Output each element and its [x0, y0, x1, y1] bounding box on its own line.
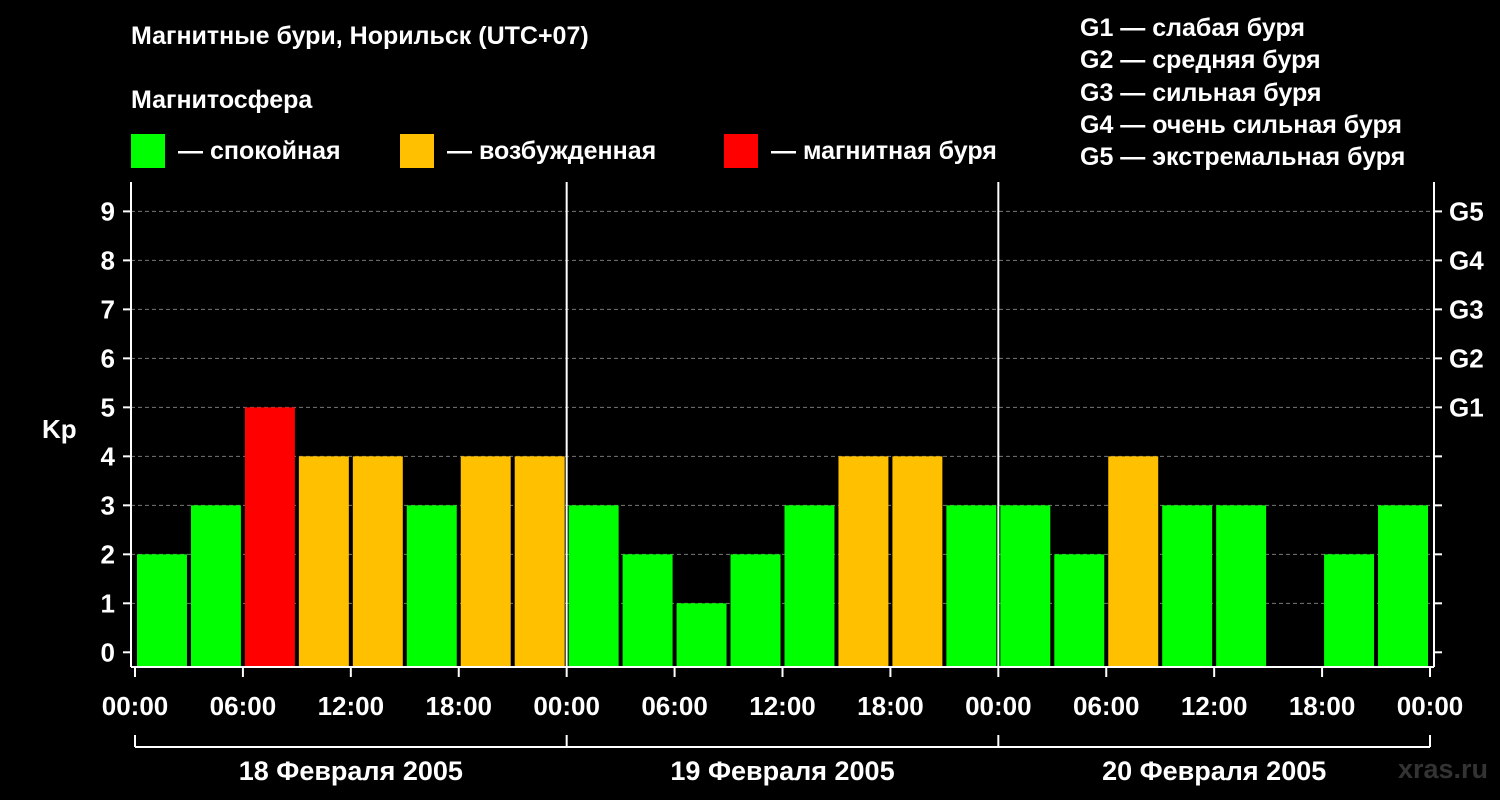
kp-bar [298, 456, 349, 667]
kp-bar [892, 456, 943, 667]
kp-bar [730, 554, 781, 667]
g-level-tick-label: G5 [1449, 196, 1484, 226]
x-tick-label: 00:00 [102, 691, 169, 721]
kp-bar [406, 505, 457, 667]
y-tick-label: 1 [101, 588, 115, 618]
kp-bar [946, 505, 997, 667]
x-tick-label: 06:00 [210, 691, 277, 721]
day-label: 18 Февраля 2005 [239, 756, 463, 786]
y-tick-label: 4 [101, 441, 116, 471]
kp-bar [1000, 505, 1051, 667]
kp-bar [514, 456, 565, 667]
y-tick-label: 5 [101, 392, 115, 422]
x-tick-label: 00:00 [965, 691, 1032, 721]
kp-bar [568, 505, 619, 667]
kp-bar [1162, 505, 1213, 667]
kp-bar [190, 505, 241, 667]
x-tick-label: 06:00 [1073, 691, 1140, 721]
y-tick-label: 6 [101, 343, 115, 373]
kp-bar [1216, 505, 1267, 667]
x-tick-label: 18:00 [857, 691, 924, 721]
x-tick-label: 06:00 [641, 691, 708, 721]
y-tick-label: 8 [101, 245, 115, 275]
kp-bar [1324, 554, 1375, 667]
day-label: 19 Февраля 2005 [670, 756, 894, 786]
kp-bar [1054, 554, 1105, 667]
kp-bar [460, 456, 511, 667]
y-tick-label: 0 [101, 637, 115, 667]
watermark: xras.ru [1397, 754, 1488, 784]
x-tick-label: 18:00 [1289, 691, 1356, 721]
x-tick-label: 00:00 [1397, 691, 1464, 721]
kp-bar [137, 554, 187, 667]
x-tick-label: 00:00 [533, 691, 600, 721]
x-tick-label: 12:00 [1181, 691, 1248, 721]
kp-bar [838, 456, 889, 667]
g-level-tick-label: G3 [1449, 294, 1484, 324]
kp-bar [784, 505, 835, 667]
x-tick-label: 12:00 [318, 691, 385, 721]
kp-bar [676, 603, 727, 667]
y-tick-label: 9 [101, 196, 115, 226]
g-level-tick-label: G2 [1449, 343, 1484, 373]
kp-bar-chart: 0 1 2 3 4 5 6 7 8 9 G1 G2 G3 G4 G5 Kp 00:00 06:00 12:00 18:… [42, 182, 1484, 786]
x-tick-label: 18:00 [426, 691, 493, 721]
y-tick-label: 3 [101, 490, 115, 520]
y-tick-label: 2 [101, 539, 115, 569]
kp-bar [1378, 505, 1428, 667]
g-level-tick-label: G4 [1449, 245, 1484, 275]
g-level-tick-label: G1 [1449, 392, 1484, 422]
kp-bar [1108, 456, 1159, 667]
kp-bar [244, 407, 295, 667]
kp-bar [622, 554, 673, 667]
x-tick-label: 12:00 [749, 691, 816, 721]
day-label: 20 Февраля 2005 [1102, 756, 1326, 786]
y-tick-label: 7 [101, 294, 115, 324]
kp-bar [352, 456, 403, 667]
y-axis-label: Kp [42, 414, 77, 444]
